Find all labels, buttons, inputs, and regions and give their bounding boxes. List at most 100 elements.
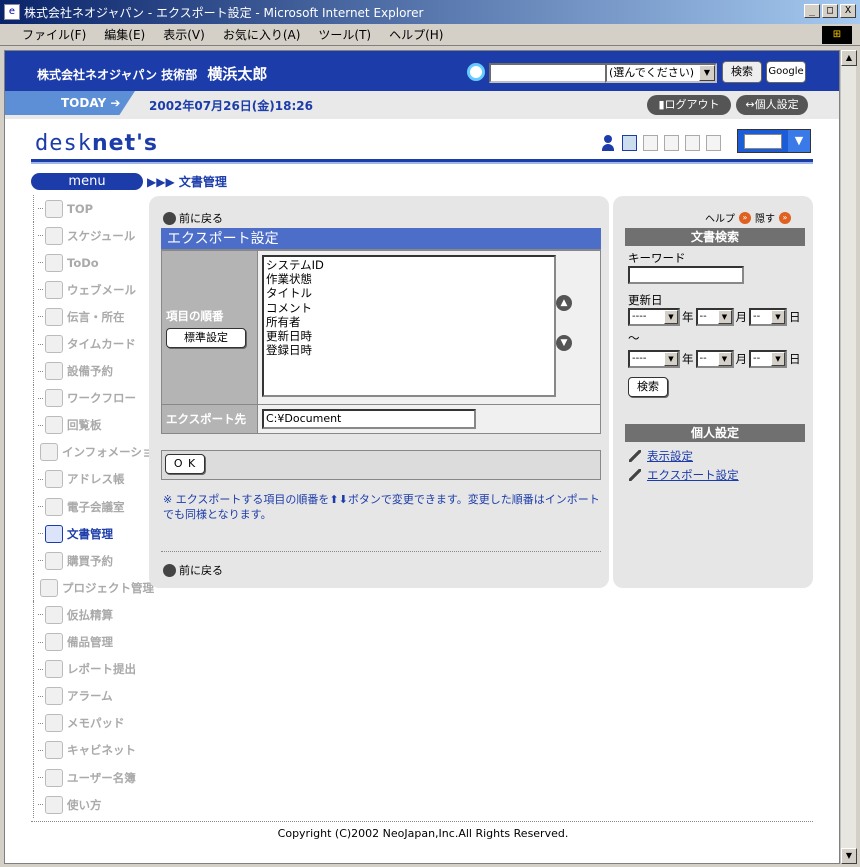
back-link-top[interactable]: 前に戻る — [163, 210, 223, 226]
cabinet-icon — [45, 741, 63, 760]
sidebar-item-project[interactable]: プロジェクト管理 — [33, 574, 154, 602]
project-icon — [40, 578, 58, 597]
memo-icon — [45, 714, 63, 733]
sidebar-item-todo[interactable]: ToDo — [33, 249, 149, 277]
sidebar-item-memopad[interactable]: メモパッド — [33, 709, 149, 737]
minimize-button[interactable]: _ — [804, 4, 820, 18]
google-search-button[interactable]: Google — [766, 61, 806, 83]
sidebar-item-alarm[interactable]: アラーム — [33, 682, 149, 710]
sidebar-item-expense[interactable]: 仮払精算 — [33, 601, 149, 629]
list-item[interactable]: コメント — [266, 301, 552, 315]
sidebar-item-cabinet[interactable]: キャビネット — [33, 736, 149, 764]
copyright: Copyright (C)2002 NeoJapan,Inc.All Right… — [277, 827, 569, 840]
export-path-input[interactable]: C:¥Document — [262, 409, 476, 429]
vertical-scrollbar[interactable]: ▲ ▼ — [840, 50, 857, 864]
sidebar-item-schedule[interactable]: スケジュール — [33, 222, 149, 250]
back-link-bottom[interactable]: 前に戻る — [163, 562, 223, 578]
menu-favorites[interactable]: お気に入り(A) — [223, 26, 301, 43]
sidebar-item-conference[interactable]: 電子会議室 — [33, 493, 149, 521]
hide-icon[interactable]: » — [779, 211, 791, 224]
sidebar-item-equipment[interactable]: 備品管理 — [33, 628, 149, 656]
personal-settings-button[interactable]: ↔個人設定 — [736, 95, 808, 115]
to-year-select[interactable]: ---- ▼ — [628, 350, 680, 368]
breadcrumb: ▶▶▶ 文書管理 — [147, 175, 227, 189]
phone-icon[interactable] — [643, 135, 658, 151]
list-item[interactable]: 登録日時 — [266, 343, 552, 357]
memo-pad-icon[interactable] — [664, 135, 679, 151]
equipment-icon — [45, 633, 63, 652]
sidebar-item-user-list[interactable]: ユーザー名簿 — [33, 763, 149, 792]
header-search-input[interactable] — [489, 63, 607, 83]
scroll-down-icon[interactable]: ▼ — [841, 848, 857, 864]
chevron-down-icon[interactable]: ▼ — [699, 65, 715, 81]
list-item[interactable]: システムID — [266, 258, 552, 272]
help-link[interactable]: ヘルプ — [705, 210, 735, 225]
sidebar-item-webmail[interactable]: ウェブメール — [33, 276, 149, 304]
trash-icon[interactable] — [706, 135, 721, 151]
portal-switch-button[interactable]: ▼ — [737, 129, 811, 153]
help-hide-links: ヘルプ » 隠す » — [705, 210, 791, 225]
standard-settings-button[interactable]: 標準設定 — [166, 327, 246, 348]
header-search-button[interactable]: 検索 — [722, 61, 762, 83]
export-settings-link[interactable]: エクスポート設定 — [629, 467, 739, 483]
menu-view[interactable]: 表示(V) — [163, 26, 205, 43]
list-item[interactable]: 作業状態 — [266, 272, 552, 286]
doc-search-button[interactable]: 検索 — [628, 377, 668, 397]
footer-divider — [31, 821, 813, 822]
keyword-input[interactable] — [628, 266, 744, 284]
menu-help[interactable]: ヘルプ(H) — [389, 26, 443, 43]
sidebar-item-purchase[interactable]: 購買予約 — [33, 547, 149, 575]
sidebar-item-top[interactable]: TOP — [33, 195, 149, 223]
export-destination-value: C:¥Document — [258, 405, 600, 433]
to-month-select[interactable]: -- ▼ — [695, 350, 734, 368]
scroll-up-icon[interactable]: ▲ — [841, 50, 857, 66]
ok-button[interactable]: O K — [165, 454, 205, 474]
sidebar-item-circular[interactable]: 回覧板 — [33, 411, 149, 439]
up-arrow-icon: ⬆ — [329, 493, 339, 506]
menu-edit[interactable]: 編集(E) — [104, 26, 145, 43]
app-header: 株式会社ネオジャパン 技術部 横浜太郎 (選んでください) ▼ 検索 Googl… — [5, 51, 839, 91]
sidebar-item-address-book[interactable]: アドレス帳 — [33, 465, 149, 494]
field-order-listbox[interactable]: システムID 作業状態 タイトル コメント 所有者 更新日時 登録日時 — [262, 255, 556, 397]
sidebar-item-documents[interactable]: 文書管理 — [33, 520, 149, 548]
sidebar-item-facility[interactable]: 設備予約 — [33, 357, 149, 385]
menu-label: menu — [31, 173, 143, 190]
from-year-select[interactable]: ---- ▼ — [628, 308, 680, 326]
display-settings-link[interactable]: 表示設定 — [629, 448, 693, 464]
move-down-button[interactable]: ▼ — [556, 335, 572, 351]
sidebar-item-information[interactable]: インフォメーション — [33, 438, 165, 466]
help-icon[interactable]: » — [739, 211, 751, 224]
windows-logo-icon: ⊞ — [822, 26, 852, 44]
list-item[interactable]: 所有者 — [266, 315, 552, 329]
sidebar-item-messages[interactable]: 伝言・所在 — [33, 303, 149, 331]
sidebar-item-help[interactable]: 使い方 — [33, 791, 149, 819]
move-up-button[interactable]: ▲ — [556, 295, 572, 311]
header-search-scope-select[interactable]: (選んでください) ▼ — [605, 63, 717, 83]
list-item[interactable]: タイトル — [266, 286, 552, 300]
down-arrow-icon: ⬇ — [338, 493, 348, 506]
list-item[interactable]: 更新日時 — [266, 329, 552, 343]
org-chart-icon[interactable] — [622, 135, 637, 151]
hide-link[interactable]: 隠す — [755, 210, 775, 225]
sidebar-item-report[interactable]: レポート提出 — [33, 655, 149, 683]
search-icon — [467, 63, 485, 81]
from-day-select[interactable]: -- ▼ — [749, 308, 787, 326]
sidebar-item-timecard[interactable]: タイムカード — [33, 330, 149, 358]
maximize-button[interactable]: □ — [822, 4, 838, 18]
update-date-label: 更新日 — [628, 293, 663, 307]
report-icon — [45, 660, 63, 679]
menu-tools[interactable]: ツール(T) — [318, 26, 371, 43]
grid-icon[interactable] — [685, 135, 700, 151]
pencil-icon — [629, 450, 641, 462]
facility-icon — [45, 362, 63, 381]
logout-button[interactable]: ▮ログアウト — [647, 95, 731, 115]
to-day-select[interactable]: -- ▼ — [749, 350, 787, 368]
user-icon[interactable] — [601, 135, 616, 151]
sidebar-item-workflow[interactable]: ワークフロー — [33, 384, 149, 412]
document-icon — [45, 524, 63, 543]
desknets-logo[interactable]: desknet's — [35, 131, 158, 156]
mail-icon — [45, 280, 63, 299]
close-button[interactable]: X — [840, 4, 856, 18]
from-month-select[interactable]: -- ▼ — [695, 308, 734, 326]
menu-file[interactable]: ファイル(F) — [22, 26, 86, 43]
